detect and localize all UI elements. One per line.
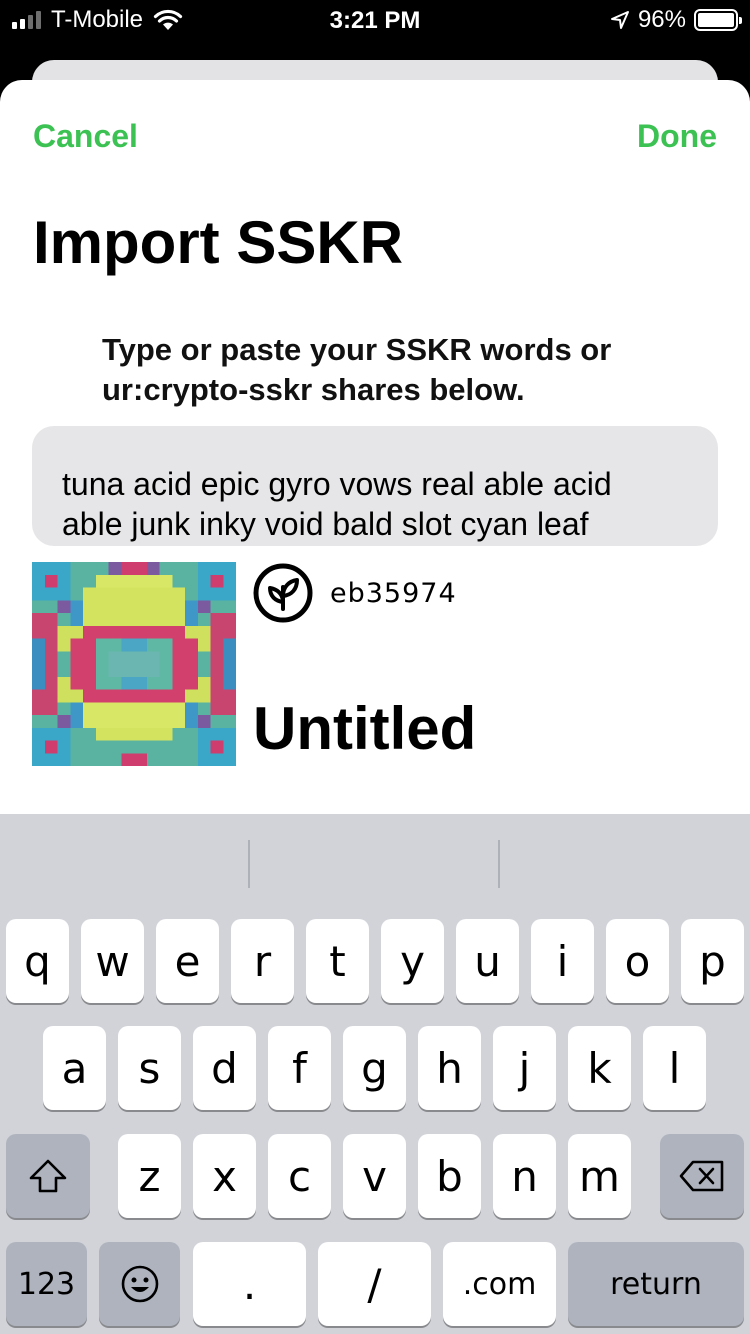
key-w[interactable]: w	[81, 919, 144, 1003]
period-key[interactable]: .	[193, 1242, 306, 1326]
page-title: Import SSKR	[33, 209, 404, 276]
key-n[interactable]: n	[493, 1134, 556, 1218]
key-k[interactable]: k	[568, 1026, 631, 1110]
key-z[interactable]: z	[118, 1134, 181, 1218]
emoji-key[interactable]	[99, 1242, 180, 1326]
key-l[interactable]: l	[643, 1026, 706, 1110]
emoji-icon	[121, 1265, 158, 1303]
key-h[interactable]: h	[418, 1026, 481, 1110]
backspace-icon	[679, 1160, 724, 1192]
key-q[interactable]: q	[6, 919, 69, 1003]
dotcom-key[interactable]: .com	[443, 1242, 556, 1326]
key-o[interactable]: o	[606, 919, 669, 1003]
key-e[interactable]: e	[156, 919, 219, 1003]
key-v[interactable]: v	[343, 1134, 406, 1218]
numbers-key[interactable]: 123	[6, 1242, 87, 1326]
status-bar: T-Mobile 3:21 PM 96%	[0, 0, 750, 40]
key-u[interactable]: u	[456, 919, 519, 1003]
key-r[interactable]: r	[231, 919, 294, 1003]
seed-leaf-icon	[253, 563, 313, 623]
key-d[interactable]: d	[193, 1026, 256, 1110]
cancel-button[interactable]: Cancel	[33, 118, 138, 155]
done-button[interactable]: Done	[637, 118, 717, 155]
shift-key[interactable]	[6, 1134, 90, 1218]
key-y[interactable]: y	[381, 919, 444, 1003]
shift-icon	[29, 1159, 67, 1193]
key-f[interactable]: f	[268, 1026, 331, 1110]
return-key[interactable]: return	[568, 1242, 744, 1326]
battery-icon	[694, 9, 742, 31]
backspace-key[interactable]	[660, 1134, 744, 1218]
seed-identifier: eb35974	[330, 578, 457, 609]
prediction-divider	[498, 840, 500, 888]
sskr-input-value[interactable]: tuna acid epic gyro vows real able acid …	[62, 464, 688, 544]
key-m[interactable]: m	[568, 1134, 631, 1218]
seed-name: Untitled	[253, 695, 477, 762]
key-p[interactable]: p	[681, 919, 744, 1003]
key-x[interactable]: x	[193, 1134, 256, 1218]
battery-percent: 96%	[637, 6, 686, 33]
key-j[interactable]: j	[493, 1026, 556, 1110]
location-icon	[610, 11, 629, 29]
slash-key[interactable]: /	[318, 1242, 431, 1326]
key-b[interactable]: b	[418, 1134, 481, 1218]
key-i[interactable]: i	[531, 919, 594, 1003]
lifehash-image	[32, 562, 236, 766]
sskr-input-field[interactable]: tuna acid epic gyro vows real able acid …	[32, 426, 718, 546]
key-c[interactable]: c	[268, 1134, 331, 1218]
instructions-text: Type or paste your SSKR words or ur:cryp…	[102, 332, 612, 407]
key-t[interactable]: t	[306, 919, 369, 1003]
key-g[interactable]: g	[343, 1026, 406, 1110]
key-a[interactable]: a	[43, 1026, 106, 1110]
prediction-divider	[248, 840, 250, 888]
keyboard: q w e r t y u i o p a s d f g h j k l z …	[0, 814, 750, 1334]
key-s[interactable]: s	[118, 1026, 181, 1110]
